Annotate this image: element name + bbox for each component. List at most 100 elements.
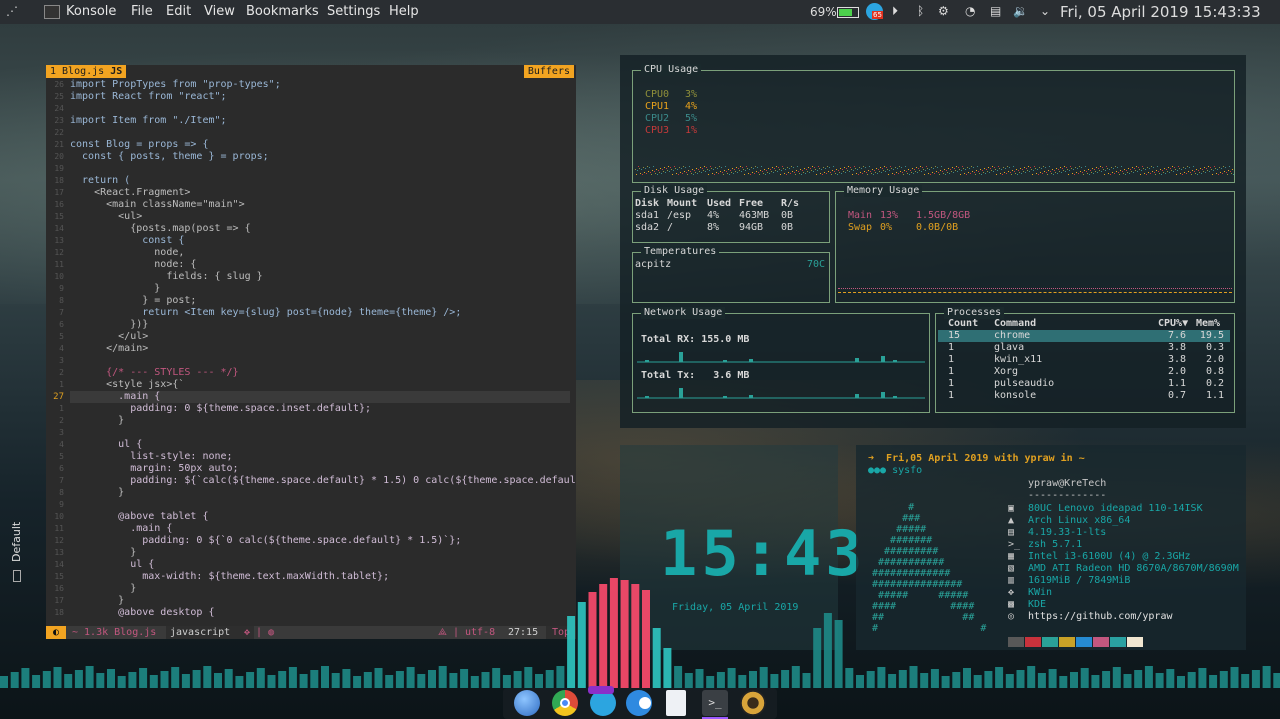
code-line: <ul> bbox=[70, 211, 143, 222]
cpu-graph-dot bbox=[1112, 172, 1113, 173]
cpu-graph-dot bbox=[903, 174, 904, 175]
wifi-icon[interactable]: ◔ bbox=[965, 4, 975, 18]
cpu-graph-dot bbox=[1155, 174, 1156, 175]
cpu-graph-dot bbox=[957, 171, 958, 172]
cpu-graph-dot bbox=[656, 169, 657, 170]
line-number: 3 bbox=[59, 356, 64, 365]
chrome-icon[interactable] bbox=[552, 690, 578, 716]
cpu-graph-dot bbox=[1004, 172, 1005, 173]
cpu-graph-dot bbox=[1153, 167, 1154, 168]
cpu-graph-dot bbox=[1002, 174, 1003, 175]
cpu-graph-dot bbox=[777, 171, 778, 172]
cpu-graph-dot bbox=[857, 169, 858, 170]
visualizer-bar bbox=[85, 666, 94, 688]
cpu-graph-dot bbox=[1085, 166, 1086, 167]
cpu-graph-dot bbox=[749, 169, 750, 170]
cpu-graph-dot bbox=[680, 172, 681, 173]
clock-datetime[interactable]: Fri, 05 April 2019 15:43:33 bbox=[1060, 3, 1261, 21]
music-icon[interactable] bbox=[740, 690, 766, 716]
cpu-graph-dot bbox=[970, 173, 971, 174]
visualizer-bar bbox=[502, 675, 511, 688]
cpu-graph-dot bbox=[692, 169, 693, 170]
visualizer-bar bbox=[1187, 672, 1196, 688]
cpu-graph-dot bbox=[803, 172, 804, 173]
cpu-graph-dot bbox=[1106, 166, 1107, 167]
cpu-graph-dot bbox=[1202, 169, 1203, 170]
visualizer-bar bbox=[160, 671, 169, 688]
cpu-graph-dot bbox=[717, 168, 718, 169]
battery-icon[interactable] bbox=[837, 7, 859, 18]
process-cell[interactable]: 7.6 bbox=[1158, 330, 1186, 342]
chevron-down-icon[interactable]: ⌄ bbox=[1040, 4, 1050, 18]
menu-help[interactable]: Help bbox=[389, 4, 419, 19]
text-editor-icon[interactable] bbox=[666, 690, 686, 716]
cpu-graph-dot bbox=[953, 172, 954, 173]
buffers-button[interactable]: Buffers bbox=[523, 65, 574, 78]
process-cell: 1.1 bbox=[1205, 390, 1224, 401]
cpu-graph-dot bbox=[1065, 171, 1066, 172]
visualizer-bar bbox=[1177, 676, 1185, 688]
telegram-icon[interactable] bbox=[588, 686, 616, 716]
processes-panel[interactable]: Processes Count Command CPU%▼ Mem% 15 chrome 7… bbox=[935, 307, 1235, 413]
temp-value: 70C bbox=[806, 259, 825, 270]
menu-view[interactable]: View bbox=[204, 4, 235, 19]
cpu-graph-dot bbox=[907, 173, 908, 174]
visualizer-bar bbox=[759, 667, 768, 688]
code-line: } bbox=[70, 415, 125, 426]
process-row-selected[interactable] bbox=[938, 330, 1230, 342]
clipboard-icon[interactable]: ▤ bbox=[990, 4, 1001, 18]
visualizer-bar bbox=[663, 648, 672, 688]
editor-tab[interactable]: 1 Blog.js JS bbox=[46, 65, 127, 78]
network-spike bbox=[749, 395, 753, 398]
cpu-graph-dot bbox=[1073, 169, 1074, 170]
cpu-graph-dot bbox=[944, 169, 945, 170]
visualizer-bar bbox=[1209, 675, 1218, 688]
media-play-icon[interactable]: ⏵ bbox=[892, 4, 898, 19]
cpu-graph-dot bbox=[869, 166, 870, 167]
cpu-graph-dot bbox=[805, 173, 806, 174]
telegram-icon[interactable]: 65 bbox=[866, 3, 883, 20]
steam-icon[interactable]: ⚙ bbox=[938, 4, 949, 18]
terminal-icon[interactable]: >_ bbox=[702, 690, 728, 716]
process-cell[interactable]: chrome bbox=[994, 330, 1030, 342]
cpu-graph-dot bbox=[909, 174, 910, 175]
finder-icon[interactable] bbox=[514, 690, 540, 716]
cpu-graph-dot bbox=[899, 166, 900, 167]
menu-bookmarks[interactable]: Bookmarks bbox=[246, 4, 319, 19]
cpu-graph-dot bbox=[1055, 172, 1056, 173]
menu-settings[interactable]: Settings bbox=[327, 4, 380, 19]
visualizer-bar bbox=[973, 675, 982, 688]
cpu-graph-dot bbox=[988, 167, 989, 168]
cpu-graph-dot bbox=[865, 167, 866, 168]
disk-header: Used bbox=[707, 198, 732, 209]
kde-menu-icon[interactable]: ⋰ bbox=[6, 4, 20, 18]
process-cell: Xorg bbox=[994, 366, 1019, 377]
cpu-graph-dot bbox=[643, 167, 644, 168]
cpu-graph-dot bbox=[1038, 174, 1039, 175]
toggle-icon[interactable] bbox=[626, 690, 652, 716]
cpu-graph-dot bbox=[785, 169, 786, 170]
menu-edit[interactable]: Edit bbox=[166, 4, 191, 19]
cpu-graph-dot bbox=[1031, 169, 1032, 170]
cpu-graph-dot bbox=[735, 171, 736, 172]
cpu-graph-dot bbox=[1074, 174, 1075, 175]
process-cell: kwin_x11 bbox=[994, 354, 1043, 365]
bluetooth-icon[interactable]: ᛒ bbox=[917, 4, 924, 18]
cpu-graph-dot bbox=[827, 166, 828, 167]
cpu-graph-dot bbox=[1089, 174, 1090, 175]
cpu-graph-dot bbox=[1136, 166, 1137, 167]
volume-icon[interactable]: 🔉 bbox=[1013, 4, 1028, 18]
process-cell[interactable]: 19.5 bbox=[1196, 330, 1224, 342]
cpu-graph-dot bbox=[844, 167, 845, 168]
visualizer-bar bbox=[449, 673, 458, 688]
menu-file[interactable]: File bbox=[131, 4, 153, 19]
process-cell[interactable]: 15 bbox=[948, 330, 960, 342]
cpu-graph-dot bbox=[835, 173, 836, 174]
cpu-graph-dot bbox=[1018, 170, 1019, 171]
cpu-graph-dot bbox=[862, 173, 863, 174]
line-number: 17 bbox=[54, 188, 64, 197]
cpu-graph-dot bbox=[1023, 171, 1024, 172]
cpu-graph-dot bbox=[800, 169, 801, 170]
cpu-graph-dot bbox=[639, 168, 640, 169]
cpu-graph-dot bbox=[1203, 171, 1204, 172]
